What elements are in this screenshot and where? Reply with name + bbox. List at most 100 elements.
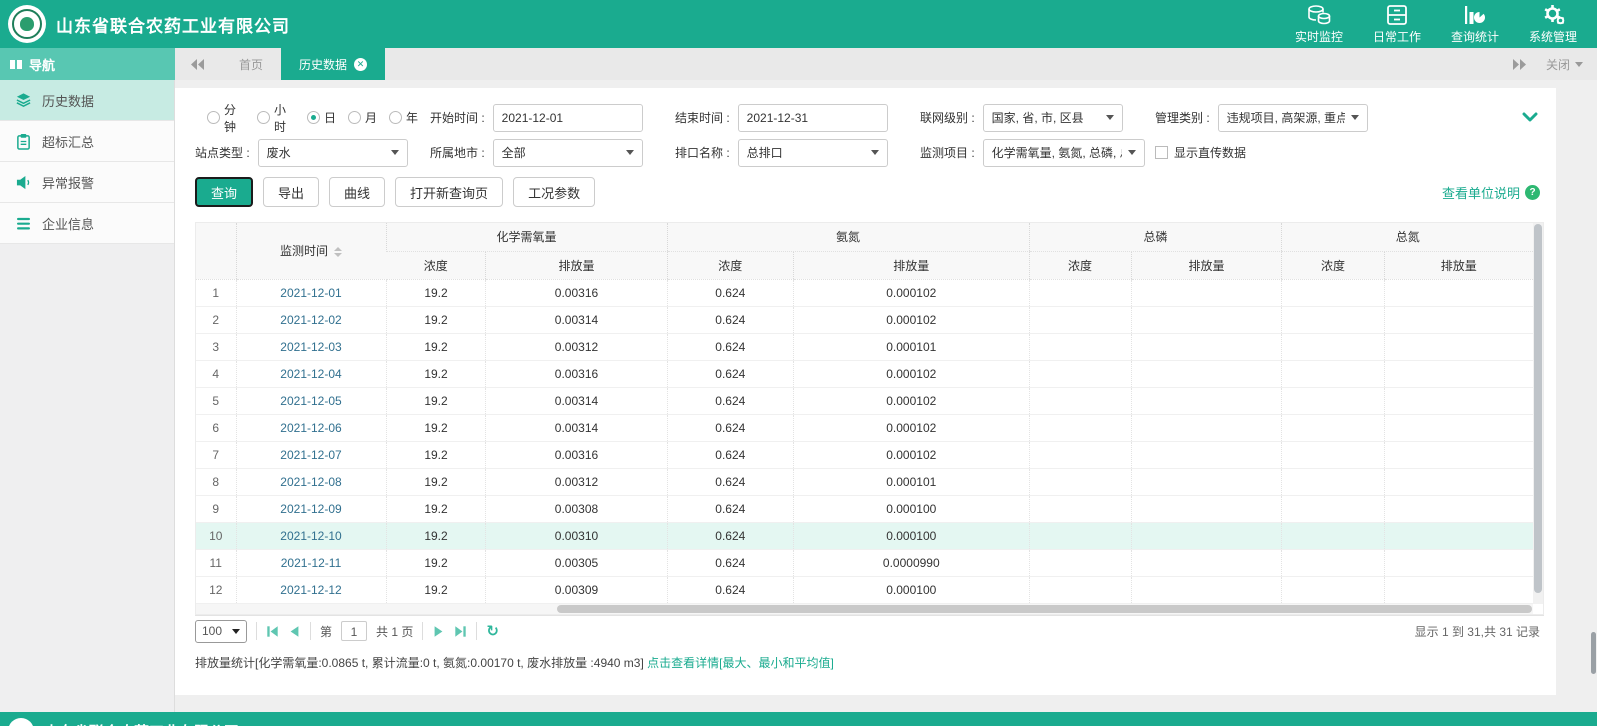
sidebar-item-layers[interactable]: 历史数据 [0, 80, 174, 121]
table-row[interactable]: 92021-12-0919.20.003080.6240.000100 [196, 495, 1533, 522]
table-row[interactable]: 42021-12-0419.20.003160.6240.000102 [196, 360, 1533, 387]
period-radio-年[interactable]: 年 [389, 109, 418, 126]
network-level-select[interactable]: 国家, 省, 市, 区县 [983, 104, 1123, 132]
value-cell [1131, 387, 1282, 414]
city-select[interactable]: 全部 [493, 139, 643, 167]
tabs-scroll-left-icon[interactable] [191, 59, 205, 70]
checkbox-box [1155, 146, 1168, 159]
table-row[interactable]: 32021-12-0319.20.003120.6240.000101 [196, 333, 1533, 360]
value-cell [1282, 522, 1384, 549]
table-row[interactable]: 52021-12-0519.20.003140.6240.000102 [196, 387, 1533, 414]
table-row[interactable]: 122021-12-1219.20.003090.6240.000100 [196, 576, 1533, 603]
content-area: 分钟小时日月年 开始时间 : 2021-12-01 结束时间 : 2021-12… [175, 80, 1597, 726]
page-total: 共 1 页 [376, 623, 413, 640]
tab-close-icon[interactable]: ✕ [354, 58, 367, 71]
value-cell [1131, 306, 1282, 333]
date-link[interactable]: 2021-12-09 [236, 495, 386, 522]
sidebar-item-list[interactable]: 企业信息 [0, 203, 174, 244]
prev-page-button[interactable] [288, 625, 301, 638]
date-link[interactable]: 2021-12-03 [236, 333, 386, 360]
sidebar-item-clipboard[interactable]: 超标汇总 [0, 121, 174, 162]
drawer-icon [1384, 4, 1410, 26]
row-index: 6 [196, 414, 236, 441]
stats-detail-link[interactable]: 点击查看详情[最大、最小和平均值] [647, 656, 834, 670]
close-menu[interactable]: 关闭 [1546, 56, 1583, 73]
date-link[interactable]: 2021-12-10 [236, 522, 386, 549]
value-cell: 0.00309 [486, 576, 667, 603]
date-link[interactable]: 2021-12-01 [236, 279, 386, 306]
table-row[interactable]: 22021-12-0219.20.003140.6240.000102 [196, 306, 1533, 333]
start-time-field[interactable]: 2021-12-01 [493, 104, 643, 132]
date-link[interactable]: 2021-12-11 [236, 549, 386, 576]
table-horizontal-scrollbar[interactable] [196, 604, 1533, 614]
tab-history-data[interactable]: 历史数据 ✕ [281, 48, 385, 80]
direct-data-checkbox[interactable]: 显示直传数据 [1155, 144, 1246, 161]
page-scrollbar-thumb[interactable] [1591, 632, 1596, 674]
table-row[interactable]: 82021-12-0819.20.003120.6240.000101 [196, 468, 1533, 495]
refresh-icon[interactable]: ↻ [486, 624, 499, 639]
value-cell: 0.00316 [486, 360, 667, 387]
value-cell [1029, 576, 1131, 603]
date-link[interactable]: 2021-12-12 [236, 576, 386, 603]
end-time-field[interactable]: 2021-12-31 [738, 104, 888, 132]
table-row[interactable]: 102021-12-1019.20.003100.6240.000100 [196, 522, 1533, 549]
period-radio-小时[interactable]: 小时 [257, 101, 295, 135]
value-cell: 19.2 [386, 333, 486, 360]
value-cell: 0.624 [667, 495, 794, 522]
table-row[interactable]: 72021-12-0719.20.003160.6240.000102 [196, 441, 1533, 468]
page-prefix: 第 [320, 623, 332, 640]
first-page-button[interactable] [266, 625, 279, 638]
value-cell [1282, 279, 1384, 306]
tabs-scroll-right-icon[interactable] [1512, 59, 1526, 70]
page-size-select[interactable]: 100 [195, 620, 247, 643]
table-row[interactable]: 62021-12-0619.20.003140.6240.000102 [196, 414, 1533, 441]
button-导出[interactable]: 导出 [263, 177, 319, 207]
monitor-items-select[interactable]: 化学需氧量, 氨氮, 总磷, 总氮 [983, 139, 1145, 167]
date-link[interactable]: 2021-12-04 [236, 360, 386, 387]
content-panel: 分钟小时日月年 开始时间 : 2021-12-01 结束时间 : 2021-12… [175, 88, 1556, 695]
value-cell: 0.00308 [486, 495, 667, 522]
button-曲线[interactable]: 曲线 [329, 177, 385, 207]
date-link[interactable]: 2021-12-08 [236, 468, 386, 495]
query-button[interactable]: 查询 [195, 177, 253, 207]
nav-item-gear[interactable]: 系统管理 [1529, 4, 1577, 45]
value-cell [1029, 495, 1131, 522]
next-page-button[interactable] [432, 625, 445, 638]
nav-item-drawer[interactable]: 日常工作 [1373, 4, 1421, 45]
value-cell: 0.624 [667, 387, 794, 414]
period-radio-月[interactable]: 月 [348, 109, 377, 126]
nav-item-bar-chart[interactable]: 查询统计 [1451, 4, 1499, 45]
value-cell: 0.624 [667, 522, 794, 549]
value-cell [1384, 522, 1533, 549]
table-vertical-scrollbar[interactable] [1533, 223, 1543, 604]
stats-line: 排放量统计[化学需氧量:0.0865 t, 累计流量:0 t, 氨氮:0.001… [195, 647, 1544, 678]
unit-note-link[interactable]: 查看单位说明 ? [1442, 183, 1544, 202]
filter-collapse-icon[interactable] [1522, 111, 1538, 125]
page-input[interactable]: 1 [341, 621, 367, 641]
button-工况参数[interactable]: 工况参数 [513, 177, 595, 207]
value-cell: 0.000102 [794, 441, 1029, 468]
table-row[interactable]: 112021-12-1119.20.003050.6240.0000990 [196, 549, 1533, 576]
period-radio-日[interactable]: 日 [307, 109, 336, 126]
button-打开新查询页[interactable]: 打开新查询页 [395, 177, 503, 207]
monitor-items-label: 监测项目 : [920, 144, 975, 161]
value-cell [1384, 414, 1533, 441]
date-link[interactable]: 2021-12-05 [236, 387, 386, 414]
sidebar-item-speaker[interactable]: 异常报警 [0, 162, 174, 203]
date-link[interactable]: 2021-12-06 [236, 414, 386, 441]
tab-home[interactable]: 首页 [221, 48, 281, 80]
value-cell [1029, 468, 1131, 495]
table-row[interactable]: 12021-12-0119.20.003160.6240.000102 [196, 279, 1533, 306]
date-link[interactable]: 2021-12-07 [236, 441, 386, 468]
strip: 导航 首页 历史数据 ✕ 关闭 [0, 48, 1597, 80]
station-type-select[interactable]: 废水 [258, 139, 408, 167]
bar-chart-icon [1462, 4, 1488, 26]
date-link[interactable]: 2021-12-02 [236, 306, 386, 333]
last-page-button[interactable] [454, 625, 467, 638]
outlet-select[interactable]: 总排口 [738, 139, 888, 167]
time-column-header[interactable]: 监测时间 [236, 223, 386, 279]
nav-item-database[interactable]: 实时监控 [1295, 4, 1343, 45]
manage-category-select[interactable]: 违规项目, 高架源, 重点排污 [1218, 104, 1368, 132]
period-radio-分钟[interactable]: 分钟 [207, 101, 245, 135]
sub-header: 排放量 [1131, 251, 1282, 279]
